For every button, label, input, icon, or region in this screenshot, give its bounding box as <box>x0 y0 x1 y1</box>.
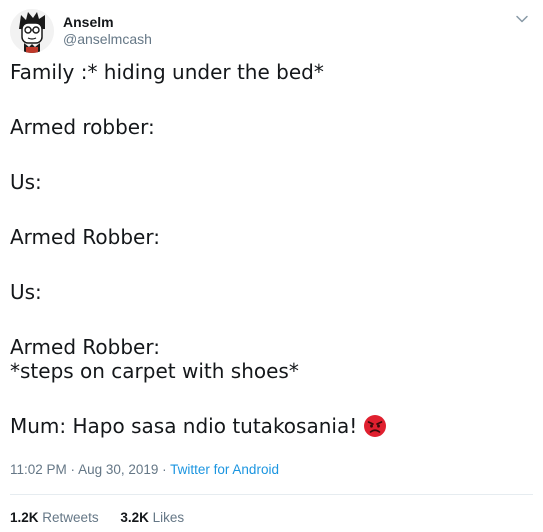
likes-count: 3.2K <box>120 510 149 525</box>
tweet-line: *steps on carpet with shoes* <box>10 359 299 383</box>
avatar-image <box>10 9 54 53</box>
tweet-meta: 11:02 PM · Aug 30, 2019 · Twitter for An… <box>10 462 279 477</box>
tweet-line: Us: <box>10 170 42 194</box>
tweet-stats: 1.2K Retweets 3.2K Likes <box>10 510 202 525</box>
tweet-line: Armed robber: <box>10 115 155 139</box>
tweet-source-link[interactable]: Twitter for Android <box>170 462 279 477</box>
tweet-time[interactable]: 11:02 PM <box>10 462 67 477</box>
meta-separator: · <box>66 462 79 477</box>
likes-label: Likes <box>152 510 185 525</box>
tweet-line: Mum: Hapo sasa ndio tutakosania! <box>10 414 358 438</box>
tweet-header: Anselm @anselmcash <box>10 8 152 54</box>
avatar[interactable] <box>10 9 54 53</box>
retweets-stat[interactable]: 1.2K Retweets <box>10 510 99 525</box>
retweets-label: Retweets <box>42 510 99 525</box>
retweets-count: 1.2K <box>10 510 39 525</box>
angry-face-icon <box>363 414 387 438</box>
tweet-line: Us: <box>10 280 42 304</box>
likes-stat[interactable]: 3.2K Likes <box>120 510 184 525</box>
tweet-last-line: Mum: Hapo sasa ndio tutakosania! <box>10 414 530 438</box>
tweet-line: Armed Robber: <box>10 225 160 249</box>
author-display-name[interactable]: Anselm <box>63 14 152 31</box>
tweet-line: Armed Robber: <box>10 335 160 359</box>
meta-separator: · <box>158 462 171 477</box>
tweet-date[interactable]: Aug 30, 2019 <box>78 462 158 477</box>
tweet-text: Family :* hiding under the bed* Armed ro… <box>10 60 530 438</box>
chevron-down-icon[interactable] <box>515 12 529 26</box>
divider <box>10 494 533 495</box>
tweet-card: Anselm @anselmcash Family :* hiding unde… <box>0 0 543 532</box>
author-names: Anselm @anselmcash <box>63 14 152 48</box>
author-handle[interactable]: @anselmcash <box>63 31 152 48</box>
tweet-line: Family :* hiding under the bed* <box>10 60 324 84</box>
